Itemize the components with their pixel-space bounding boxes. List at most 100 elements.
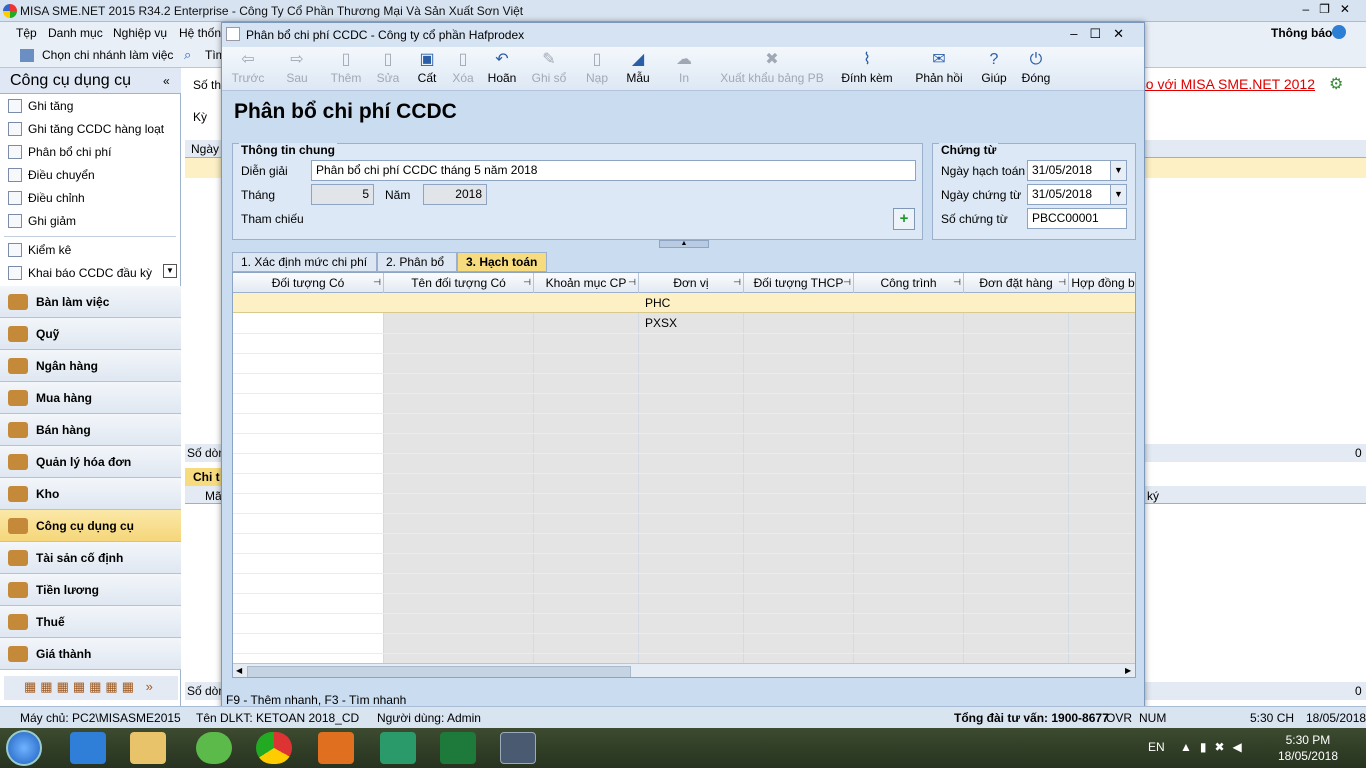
sidebar-item-dieu-chinh[interactable]: Điều chỉnh: [8, 188, 178, 210]
clock-time: 5:30 PM: [1285, 733, 1331, 747]
module-ban-hang[interactable]: Bán hàng: [0, 414, 181, 446]
module-label: Kho: [36, 487, 60, 501]
table-row[interactable]: [233, 293, 1135, 313]
add-reference-icon[interactable]: +: [893, 208, 915, 230]
sidebar-item-ghi-giam[interactable]: Ghi giảm: [8, 211, 178, 233]
arrow-right-button[interactable]: ⇨ Sau: [277, 49, 317, 89]
col-header-cong-trinh[interactable]: Công trình ⊣: [854, 273, 964, 293]
sidebar-item-ghi-tang[interactable]: Ghi tăng: [8, 96, 178, 118]
pin-icon[interactable]: ⊣: [733, 277, 741, 288]
pin-icon[interactable]: ⊣: [628, 277, 636, 288]
module-tien-luong[interactable]: Tiền lương: [0, 574, 181, 606]
pin-icon[interactable]: ⊣: [523, 277, 531, 288]
undo-button[interactable]: ↶ Hoãn: [482, 49, 522, 89]
module-thue[interactable]: Thuế: [0, 606, 181, 638]
compare-link[interactable]: ối so với MISA SME.NET 2012: [1124, 76, 1315, 92]
horizontal-scrollbar[interactable]: ◀ ▶: [233, 663, 1135, 677]
desc-input[interactable]: Phân bổ chi phí CCDC tháng 5 năm 2018: [311, 160, 916, 181]
add-doc-button[interactable]: ▯ Thêm: [326, 49, 366, 89]
menu-catalog[interactable]: Danh mục: [48, 26, 103, 40]
notify-link[interactable]: Thông báo: [1271, 26, 1332, 40]
col-header-doi-tuong-thcp[interactable]: Đối tượng THCP ⊣: [744, 273, 854, 293]
doc-no-input[interactable]: PBCC00001: [1027, 208, 1127, 229]
reload-button[interactable]: ▯ Nạp: [582, 49, 612, 89]
tab-xac-dinh[interactable]: 1. Xác định mức chi phí: [232, 252, 377, 272]
explorer-icon[interactable]: [130, 732, 166, 764]
grid-cell-don-vi[interactable]: PXSX: [645, 316, 677, 330]
export-button[interactable]: ✖ Xuất khẩu bảng PB: [717, 49, 827, 89]
col-header-khoan-muc[interactable]: Khoản mục CP ⊣: [534, 273, 639, 293]
chevron-down-icon[interactable]: ▼: [1110, 185, 1126, 204]
delete-button[interactable]: ▯ Xóa: [446, 49, 480, 89]
module-cong-cu-dung-cu[interactable]: Công cụ dụng cụ: [0, 510, 181, 542]
module-label: Giá thành: [36, 647, 92, 661]
pin-icon[interactable]: ⊣: [953, 277, 961, 288]
menu-file[interactable]: Tệp: [16, 26, 37, 40]
edit-doc-button[interactable]: ▯ Sửa: [371, 49, 405, 89]
tab-hach-toan[interactable]: 3. Hạch toán: [457, 252, 547, 272]
help-button[interactable]: ? Giúp: [979, 49, 1009, 89]
dialog-window-controls[interactable]: –☐✕: [1070, 26, 1136, 42]
collapse-icon[interactable]: «: [163, 74, 170, 88]
pen-button[interactable]: ✎ Ghi sổ: [527, 49, 571, 89]
menu-operations[interactable]: Nghiệp vụ: [113, 26, 167, 40]
chrome-icon[interactable]: [256, 732, 292, 764]
window-controls[interactable]: –❐✕: [1303, 2, 1361, 16]
save-button[interactable]: ▣ Cất: [412, 49, 442, 89]
app-icon[interactable]: [196, 732, 232, 764]
misa-taskbar-icon[interactable]: [500, 732, 536, 764]
tab-phan-bo[interactable]: 2. Phân bổ: [377, 252, 457, 272]
template-button[interactable]: ◢ Mẫu: [620, 49, 656, 89]
arrow-left-button[interactable]: ⇦ Trước: [228, 49, 268, 89]
language-indicator[interactable]: EN: [1148, 740, 1165, 754]
grid-cell-don-vi[interactable]: PHC: [645, 296, 670, 310]
sidebar-item-dieu-chuyen[interactable]: Điều chuyển: [8, 165, 178, 187]
col-header-doi-tuong-co[interactable]: Đối tượng Có ⊣: [233, 273, 384, 293]
excel-icon[interactable]: [440, 732, 476, 764]
pin-icon[interactable]: ⊣: [373, 277, 381, 288]
doc-date-input[interactable]: 31/05/2018 ▼: [1027, 184, 1127, 205]
scroll-right-icon[interactable]: ▶: [1125, 666, 1131, 675]
tray-icons[interactable]: ▲▮✖◀: [1180, 740, 1250, 754]
module-gia-thanh[interactable]: Giá thành: [0, 638, 181, 670]
grid-row-line: [233, 553, 1135, 554]
sidebar-item-kiem-ke[interactable]: Kiểm kê: [8, 240, 178, 262]
splitter-handle[interactable]: ▲: [659, 240, 709, 248]
chevron-down-icon[interactable]: ▼: [1110, 161, 1126, 180]
scrollbar-thumb[interactable]: [247, 666, 631, 677]
sidebar-item-khai-bao[interactable]: Khai báo CCDC đầu kỳ: [8, 263, 178, 285]
toolbar-button-label: Cất: [417, 71, 437, 85]
sidebar-item-phan-bo[interactable]: Phân bổ chi phí: [8, 142, 178, 164]
module-ngan-hang[interactable]: Ngân hàng: [0, 350, 181, 382]
module-mini-icons[interactable]: ▦▦▦▦▦▦▦ »: [4, 676, 178, 700]
module-quy[interactable]: Quỹ: [0, 318, 181, 350]
col-header-don-vi[interactable]: Đơn vị ⊣: [639, 273, 744, 293]
house-app-icon[interactable]: [380, 732, 416, 764]
ie-icon[interactable]: [70, 732, 106, 764]
mail-button[interactable]: ✉ Phản hồi: [909, 49, 969, 89]
col-header-ten-doi-tuong[interactable]: Tên đối tượng Có ⊣: [384, 273, 534, 293]
sidebar-item-ghi-tang-hang-loat[interactable]: Ghi tăng CCDC hàng loạt: [8, 119, 178, 141]
col-header-don-dat-hang[interactable]: Đơn đặt hàng ⊣: [964, 273, 1069, 293]
scroll-left-icon[interactable]: ◀: [236, 666, 242, 675]
toolbar-button-label: Sau: [286, 71, 308, 85]
system-clock[interactable]: 5:30 PM 18/05/2018: [1278, 732, 1338, 764]
power-button[interactable]: ⏻ Đóng: [1018, 49, 1054, 89]
module-ban-lam-viec[interactable]: Bàn làm việc: [0, 286, 181, 318]
module-hoa-don[interactable]: Quản lý hóa đơn: [0, 446, 181, 478]
media-icon[interactable]: [318, 732, 354, 764]
paperclip-button[interactable]: ⌇ Đính kèm: [837, 49, 897, 89]
post-date-input[interactable]: 31/05/2018 ▼: [1027, 160, 1127, 181]
module-mua-hang[interactable]: Mua hàng: [0, 382, 181, 414]
pin-icon[interactable]: ⊣: [1058, 277, 1066, 288]
print-button[interactable]: ☁ In: [670, 49, 698, 89]
sidebar-dropdown-icon[interactable]: ▼: [163, 264, 177, 278]
module-tai-san[interactable]: Tài sản cố định: [0, 542, 181, 574]
module-kho[interactable]: Kho: [0, 478, 181, 510]
col-header-hop-dong[interactable]: Hợp đồng b: [1069, 273, 1135, 293]
branch-selector[interactable]: Chọn chi nhánh làm việc: [42, 48, 173, 62]
menu-system[interactable]: Hệ thốn: [179, 26, 221, 40]
pin-icon[interactable]: ⊣: [843, 277, 851, 288]
start-button[interactable]: [6, 730, 42, 766]
settings-gear-icon[interactable]: ⚙: [1329, 74, 1343, 94]
